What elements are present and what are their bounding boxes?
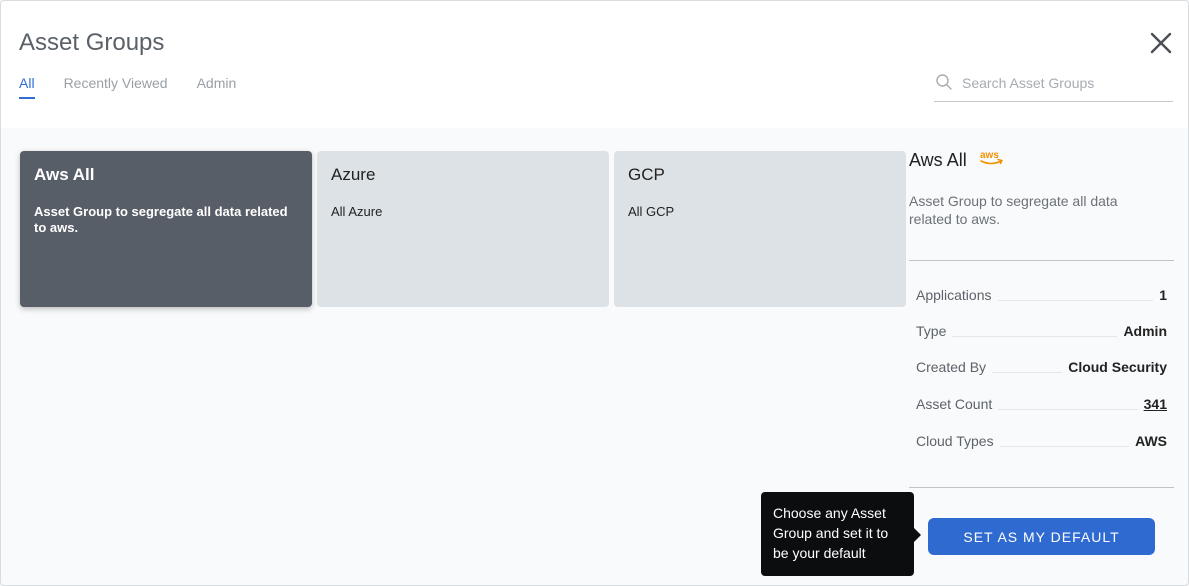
detail-key: Type	[916, 323, 947, 339]
tab-all[interactable]: All	[19, 75, 35, 99]
detail-value: Cloud Security	[1068, 359, 1167, 375]
divider	[909, 487, 1174, 488]
detail-value: AWS	[1135, 433, 1167, 449]
detail-row-applications: Applications 1	[916, 283, 1167, 303]
modal-header: Asset Groups All Recently Viewed Admin	[1, 1, 1188, 128]
details-title: Aws All	[909, 150, 967, 170]
search-input[interactable]	[960, 71, 1174, 95]
details-description: Asset Group to segregate all data relate…	[909, 193, 1118, 227]
set-as-default-button[interactable]: SET AS MY DEFAULT	[928, 518, 1155, 555]
asset-count-link[interactable]: 341	[1144, 396, 1167, 412]
search-icon	[936, 74, 952, 90]
detail-value: Admin	[1123, 323, 1167, 339]
search-box	[934, 71, 1174, 102]
divider	[909, 260, 1174, 261]
detail-key: Asset Count	[916, 396, 993, 412]
aws-logo-icon: aws	[979, 149, 1005, 172]
detail-key: Applications	[916, 287, 992, 303]
detail-row-cloud-types: Cloud Types AWS	[916, 429, 1167, 449]
tab-recently-viewed[interactable]: Recently Viewed	[64, 75, 168, 99]
tooltip-text: Choose any Asset Group and set it to be …	[773, 505, 889, 561]
card-description: Asset Group to segregate all data relate…	[34, 204, 288, 235]
detail-key: Cloud Types	[916, 433, 994, 449]
card-name: Azure	[331, 165, 376, 184]
card-name: Aws All	[34, 165, 95, 184]
asset-group-card-aws-all[interactable]: Aws All Asset Group to segregate all dat…	[20, 151, 312, 307]
close-icon[interactable]	[1149, 31, 1173, 55]
default-tooltip: Choose any Asset Group and set it to be …	[761, 492, 921, 576]
asset-group-card-azure[interactable]: Azure All Azure	[317, 151, 609, 307]
details-panel: Aws All aws Asset Group to segregate all…	[909, 149, 1174, 228]
detail-row-asset-count: Asset Count 341	[916, 392, 1167, 412]
tab-bar: All Recently Viewed Admin	[19, 75, 265, 99]
card-description: All Azure	[331, 204, 383, 219]
detail-row-type: Type Admin	[916, 319, 1167, 339]
detail-key: Created By	[916, 359, 987, 375]
card-description: All GCP	[628, 204, 675, 219]
detail-value: 1	[1159, 287, 1167, 303]
modal-title: Asset Groups	[19, 29, 165, 56]
tooltip-arrow	[914, 528, 921, 542]
card-name: GCP	[628, 165, 665, 184]
asset-group-card-gcp[interactable]: GCP All GCP	[614, 151, 906, 307]
svg-text:aws: aws	[980, 150, 999, 161]
asset-groups-modal: Asset Groups All Recently Viewed Admin A…	[0, 0, 1189, 586]
tab-admin[interactable]: Admin	[197, 75, 237, 99]
detail-row-created-by: Created By Cloud Security	[916, 355, 1167, 375]
